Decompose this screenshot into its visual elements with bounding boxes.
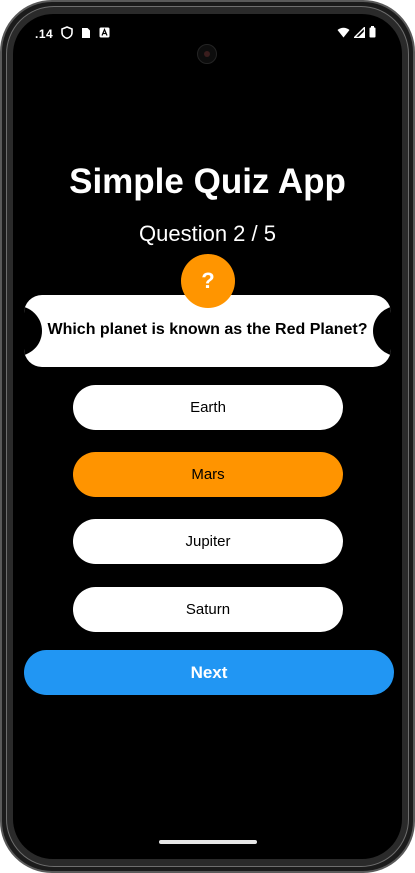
sim-card-icon [81,27,91,42]
option-button-saturn[interactable]: Saturn [73,587,343,632]
front-camera [197,44,217,64]
home-indicator[interactable] [159,840,257,844]
status-bar-left: .14 [35,26,110,42]
option-button-mars[interactable]: Mars [73,452,343,497]
status-time: .14 [35,27,54,41]
cell-signal-icon [352,25,366,41]
option-button-earth[interactable]: Earth [73,385,343,430]
question-mark-icon: ? [181,254,235,308]
status-bar-right [337,25,376,41]
phone-screen: .14 Simple Quiz App Question 2 / 5 Which… [13,14,402,859]
question-text: Which planet is known as the Red Planet? [47,321,368,338]
shield-icon [61,26,73,42]
next-button[interactable]: Next [24,650,394,695]
battery-icon [369,26,376,41]
option-button-jupiter[interactable]: Jupiter [73,519,343,564]
app-notification-icon [99,27,110,41]
question-counter: Question 2 / 5 [139,221,276,246]
app-title: Simple Quiz App [69,162,346,201]
wifi-icon [337,27,350,41]
